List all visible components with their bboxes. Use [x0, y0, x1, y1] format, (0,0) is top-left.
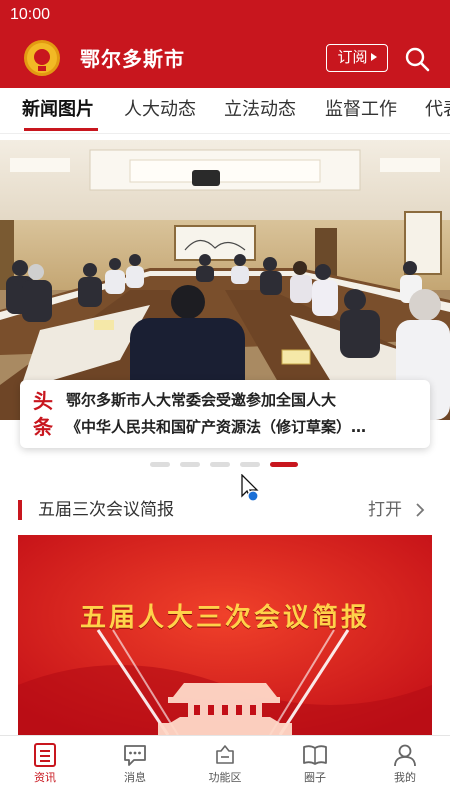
subscribe-button[interactable]: 订阅: [326, 44, 388, 72]
carousel-dot[interactable]: [240, 462, 260, 467]
nav-item-profile[interactable]: 我的: [370, 742, 440, 796]
news-icon: [34, 743, 56, 767]
nav-item-function-area[interactable]: 功能区: [190, 742, 260, 796]
status-bar: 10:00: [0, 0, 450, 30]
nav-item-messages[interactable]: 消息: [100, 742, 170, 796]
session-bulletin-banner[interactable]: 五届人大三次会议简报: [18, 535, 432, 735]
nav-label-messages: 消息: [124, 771, 146, 784]
section-open-link[interactable]: 打开: [368, 498, 402, 522]
nav-item-news[interactable]: 资讯: [10, 742, 80, 796]
headline-badge-bottom: 条: [33, 415, 53, 439]
profile-icon: [394, 744, 416, 767]
headline-text-line2: 《中华人民共和国矿产资源法（修订草案）…: [66, 418, 367, 436]
status-time: 10:00: [10, 6, 51, 23]
tab-news-photos[interactable]: 新闻图片: [22, 97, 94, 123]
subscribe-label: 订阅: [337, 48, 368, 66]
circle-book-icon: [303, 745, 327, 765]
category-tabs: 新闻图片 人大动态 立法动态 监督工作 代表: [0, 88, 450, 134]
headline-badge: 头 条: [30, 388, 56, 440]
tab-legislation[interactable]: 立法动态: [224, 97, 296, 123]
section-accent-bar: [18, 500, 22, 520]
bulletin-title: 五届人大三次会议简报: [79, 603, 370, 633]
national-emblem-icon: [24, 40, 60, 76]
headline-text-line1: 鄂尔多斯市人大常委会受邀参加全国人大: [66, 391, 337, 409]
nav-label-news: 资讯: [34, 771, 56, 784]
carousel-dot[interactable]: [150, 462, 170, 467]
mouse-cursor-icon: [241, 474, 259, 502]
carousel-dot-active[interactable]: [270, 462, 298, 467]
tab-deputies[interactable]: 代表: [425, 97, 450, 123]
news-photo-carousel[interactable]: [0, 140, 450, 420]
play-triangle-icon: [370, 53, 377, 61]
carousel-dot[interactable]: [210, 462, 230, 467]
message-icon: [124, 745, 146, 766]
meeting-photo: [0, 140, 450, 420]
chevron-right-icon[interactable]: [414, 503, 426, 517]
nav-label-function-area: 功能区: [208, 771, 242, 784]
headline-badge-top: 头: [33, 389, 53, 413]
search-icon[interactable]: [404, 46, 430, 72]
tab-npc-news[interactable]: 人大动态: [124, 97, 196, 123]
tab-supervision[interactable]: 监督工作: [325, 97, 397, 123]
headline-card[interactable]: 头 条 鄂尔多斯市人大常委会受邀参加全国人大 《中华人民共和国矿产资源法（修订草…: [20, 380, 430, 448]
app-screen: 10:00 鄂尔多斯市 订阅 新闻图片 人大动态 立法动态 监督工作 代表: [0, 0, 450, 800]
bulletin-background: [18, 535, 432, 735]
nav-label-circle: 圈子: [304, 771, 326, 784]
app-header: 鄂尔多斯市 订阅: [0, 30, 450, 88]
nav-label-profile: 我的: [394, 771, 416, 784]
carousel-dot[interactable]: [180, 462, 200, 467]
nav-item-circle[interactable]: 圈子: [280, 742, 350, 796]
active-tab-indicator: [24, 128, 98, 131]
page-title: 鄂尔多斯市: [80, 47, 185, 71]
function-area-icon: [216, 745, 234, 764]
section-title: 五届三次会议简报: [38, 500, 174, 520]
bottom-navigation: 资讯 消息 功能区 圈子 我的: [0, 735, 450, 800]
